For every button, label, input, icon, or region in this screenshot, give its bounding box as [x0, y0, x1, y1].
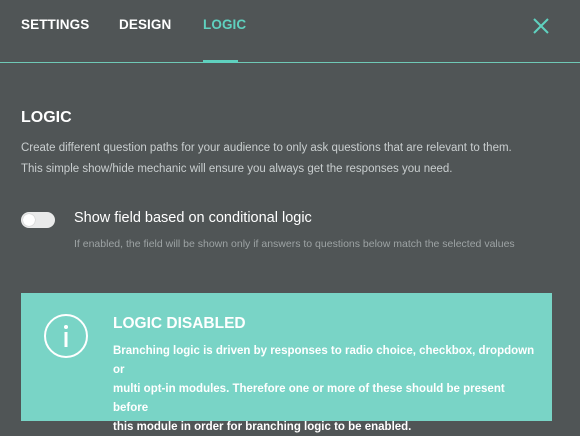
notice-title: LOGIC DISABLED: [113, 315, 246, 332]
close-icon[interactable]: [531, 16, 551, 36]
description-line: This simple show/hide mechanic will ensu…: [21, 163, 453, 175]
notice-text: Branching logic is driven by responses t…: [113, 342, 538, 436]
toggle-label[interactable]: Show field based on conditional logic: [74, 210, 312, 226]
description-line: Create different question paths for your…: [21, 142, 512, 154]
toggle-help-text: If enabled, the field will be shown only…: [74, 238, 515, 250]
notice-line: this module in order for branching logic…: [113, 421, 412, 433]
notice-line: Branching logic is driven by responses t…: [113, 345, 535, 376]
notice-line: multi opt-in modules. Therefore one or m…: [113, 383, 505, 414]
logic-disabled-notice: LOGIC DISABLED Branching logic is driven…: [21, 293, 552, 433]
section-title: LOGIC: [21, 109, 72, 126]
tab-settings[interactable]: SETTINGS: [21, 17, 89, 32]
section-description: Create different question paths for your…: [21, 138, 566, 180]
modal-header: SETTINGS DESIGN LOGIC: [0, 0, 580, 63]
info-icon: [43, 313, 89, 359]
toggle-knob: [23, 214, 35, 226]
tab-logic[interactable]: LOGIC: [203, 17, 246, 32]
conditional-logic-toggle[interactable]: [21, 212, 55, 228]
active-tab-indicator: [203, 60, 238, 63]
tab-design[interactable]: DESIGN: [119, 17, 171, 32]
